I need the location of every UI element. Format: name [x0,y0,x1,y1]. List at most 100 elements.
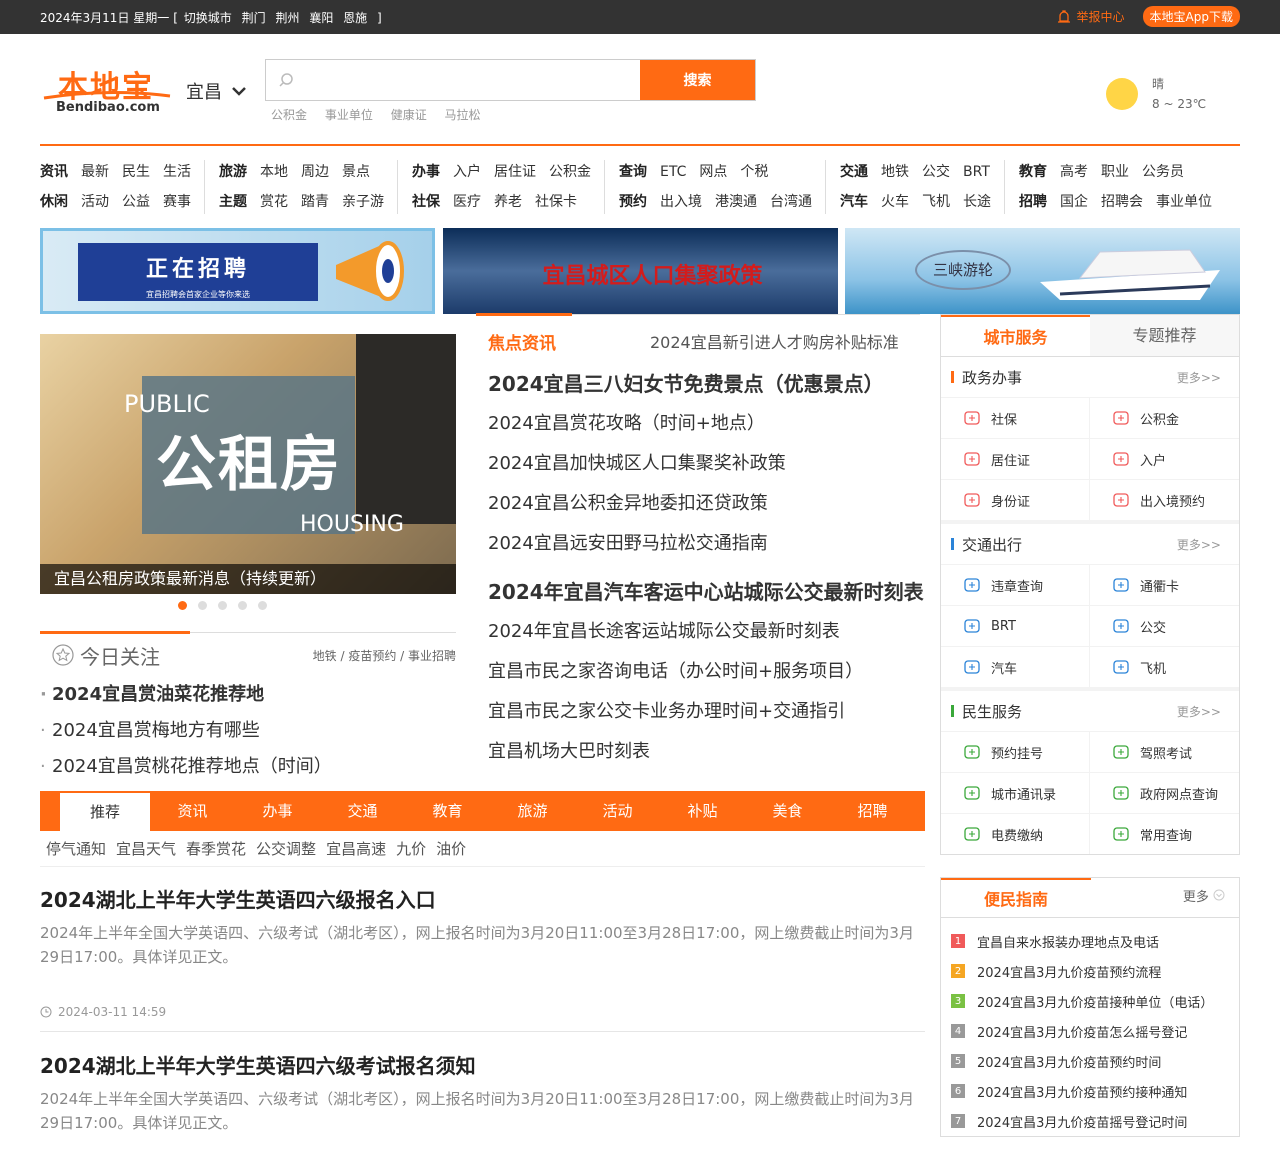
service-item[interactable]: BRT [941,605,1090,646]
hotword-link[interactable]: 健康证 [391,108,427,122]
news-link[interactable]: 2024年宜昌汽车客运中心站城际公交最新时刻表 [488,572,924,612]
city-link-enshi[interactable]: 恩施 [343,11,367,25]
content-tab[interactable]: 办事 [235,791,320,831]
nav-link[interactable]: 办事 [412,160,440,184]
nav-link[interactable]: 赛事 [163,190,191,214]
nav-link[interactable]: 居住证 [494,160,536,184]
nav-link[interactable]: BRT [963,160,990,184]
search-button[interactable]: 搜索 [640,60,755,100]
service-item[interactable]: 通衢卡 [1090,564,1239,605]
city-selector[interactable]: 宜昌 [186,78,246,104]
guide-item[interactable]: 3 2024宜昌3月九价疫苗接种单位（电话） [951,986,1239,1016]
service-item[interactable]: 电费缴纳 [941,813,1090,854]
tag-link[interactable]: 宜昌高速 [326,840,386,858]
nav-link[interactable]: 活动 [81,190,109,214]
report-center-link[interactable]: 举报中心 [1057,8,1125,25]
service-item[interactable]: 常用查询 [1090,813,1239,854]
service-item[interactable]: 居住证 [941,438,1090,479]
nav-link[interactable]: 高考 [1060,160,1088,184]
content-tab[interactable]: 资讯 [150,791,235,831]
service-item[interactable]: 城市通讯录 [941,772,1090,813]
nav-link[interactable]: 汽车 [840,190,868,214]
service-item[interactable]: 公积金 [1090,397,1239,438]
app-download-button[interactable]: 本地宝App下载 [1142,6,1240,27]
nav-link[interactable]: 公积金 [549,160,591,184]
slider-dot[interactable] [178,601,187,610]
nav-link[interactable]: 入户 [453,160,481,184]
hotword-link[interactable]: 马拉松 [445,108,481,122]
nav-link[interactable]: 港澳通 [715,190,757,214]
focus-headline-link[interactable]: 2024宜昌新引进人才购房补贴标准 [650,329,899,353]
tag-link[interactable]: 宜昌天气 [116,840,176,858]
nav-link[interactable]: 社保卡 [535,190,577,214]
content-tab[interactable]: 补贴 [660,791,745,831]
content-tab[interactable]: 交通 [320,791,405,831]
news-link[interactable]: 宜昌市民之家公交卡业务办理时间+交通指引 [488,692,920,732]
tag-link[interactable]: 九价 [396,840,426,858]
nav-link[interactable]: 国企 [1060,190,1088,214]
content-tab[interactable]: 美食 [745,791,830,831]
list-item[interactable]: 2024宜昌赏桃花推荐地点（时间） [40,749,456,785]
nav-link[interactable]: 查询 [619,160,647,184]
more-link[interactable]: 更多>> [1177,536,1221,553]
service-item[interactable]: 身份证 [941,479,1090,520]
service-item[interactable]: 社保 [941,397,1090,438]
city-link-jingzhou[interactable]: 荆州 [275,11,299,25]
news-link[interactable]: 宜昌市民之家咨询电话（办公时间+服务项目） [488,652,920,692]
slider-dot[interactable] [198,601,207,610]
more-link[interactable]: 更多>> [1177,369,1221,386]
nav-link[interactable]: 交通 [840,160,868,184]
city-link-jingmen[interactable]: 荆门 [242,11,266,25]
news-link[interactable]: 2024宜昌加快城区人口集聚奖补政策 [488,444,920,484]
city-link-xiangyang[interactable]: 襄阳 [309,11,333,25]
nav-link[interactable]: 生活 [163,160,191,184]
news-link[interactable]: 宜昌机场大巴时刻表 [488,732,920,772]
slider-dot[interactable] [218,601,227,610]
nav-link[interactable]: 飞机 [922,190,950,214]
nav-link[interactable]: 职业 [1101,160,1129,184]
article-title[interactable]: 2024湖北上半年大学生英语四六级报名入口 [40,884,925,913]
nav-link[interactable]: 事业单位 [1156,190,1212,214]
news-link[interactable]: 2024宜昌远安田野马拉松交通指南 [488,524,920,564]
list-item[interactable]: 2024宜昌赏油菜花推荐地 [40,677,456,713]
nav-link[interactable]: 教育 [1019,160,1047,184]
tag-link[interactable]: 停气通知 [46,840,106,858]
service-item[interactable]: 驾照考试 [1090,731,1239,772]
guide-item[interactable]: 5 2024宜昌3月九价疫苗预约时间 [951,1046,1239,1076]
content-tab[interactable]: 招聘 [830,791,915,831]
guide-item[interactable]: 7 2024宜昌3月九价疫苗摇号登记时间 [951,1106,1239,1136]
tab-city-service[interactable]: 城市服务 [941,315,1090,356]
article-item[interactable]: 2024湖北上半年大学生英语四六级考试报名须知 2024年上半年全国大学英语四、… [40,1050,925,1135]
slider-caption[interactable]: 宜昌公租房政策最新消息（持续更新） [40,564,456,594]
nav-link[interactable]: 出入境 [660,190,702,214]
news-link[interactable]: 2024宜昌公积金异地委扣还贷政策 [488,484,920,524]
nav-link[interactable]: 预约 [619,190,647,214]
nav-link[interactable]: 公益 [122,190,150,214]
nav-link[interactable]: 长途 [963,190,991,214]
nav-link[interactable]: 踏青 [301,190,329,214]
nav-link[interactable]: 养老 [494,190,522,214]
tag-link[interactable]: 春季赏花 [186,840,246,858]
nav-link[interactable]: 台湾通 [770,190,812,214]
nav-link[interactable]: 网点 [699,160,727,184]
nav-link[interactable]: 亲子游 [342,190,384,214]
nav-link[interactable]: 火车 [881,190,909,214]
article-title[interactable]: 2024湖北上半年大学生英语四六级考试报名须知 [40,1050,925,1079]
banner-recruitment[interactable]: 正在招聘 宜昌招聘会首家企业等你来选 [40,228,435,314]
nav-link[interactable]: 社保 [412,190,440,214]
guide-more-link[interactable]: 更多 [1183,878,1225,917]
guide-item[interactable]: 6 2024宜昌3月九价疫苗预约接种通知 [951,1076,1239,1106]
service-item[interactable]: 预约挂号 [941,731,1090,772]
content-tab[interactable]: 教育 [405,791,490,831]
nav-link[interactable]: 公务员 [1142,160,1184,184]
nav-link[interactable]: 资讯 [40,160,68,184]
nav-link[interactable]: 周边 [301,160,329,184]
hotword-link[interactable]: 事业单位 [325,108,373,122]
nav-link[interactable]: ETC [660,160,686,184]
nav-link[interactable]: 招聘会 [1101,190,1143,214]
news-link[interactable]: 2024宜昌赏花攻略（时间+地点） [488,404,920,444]
today-links[interactable]: 地铁 / 疫苗预约 / 事业招聘 [313,647,456,664]
nav-link[interactable]: 旅游 [219,160,247,184]
tag-link[interactable]: 油价 [436,840,466,858]
content-tab[interactable]: 推荐 [60,793,150,831]
